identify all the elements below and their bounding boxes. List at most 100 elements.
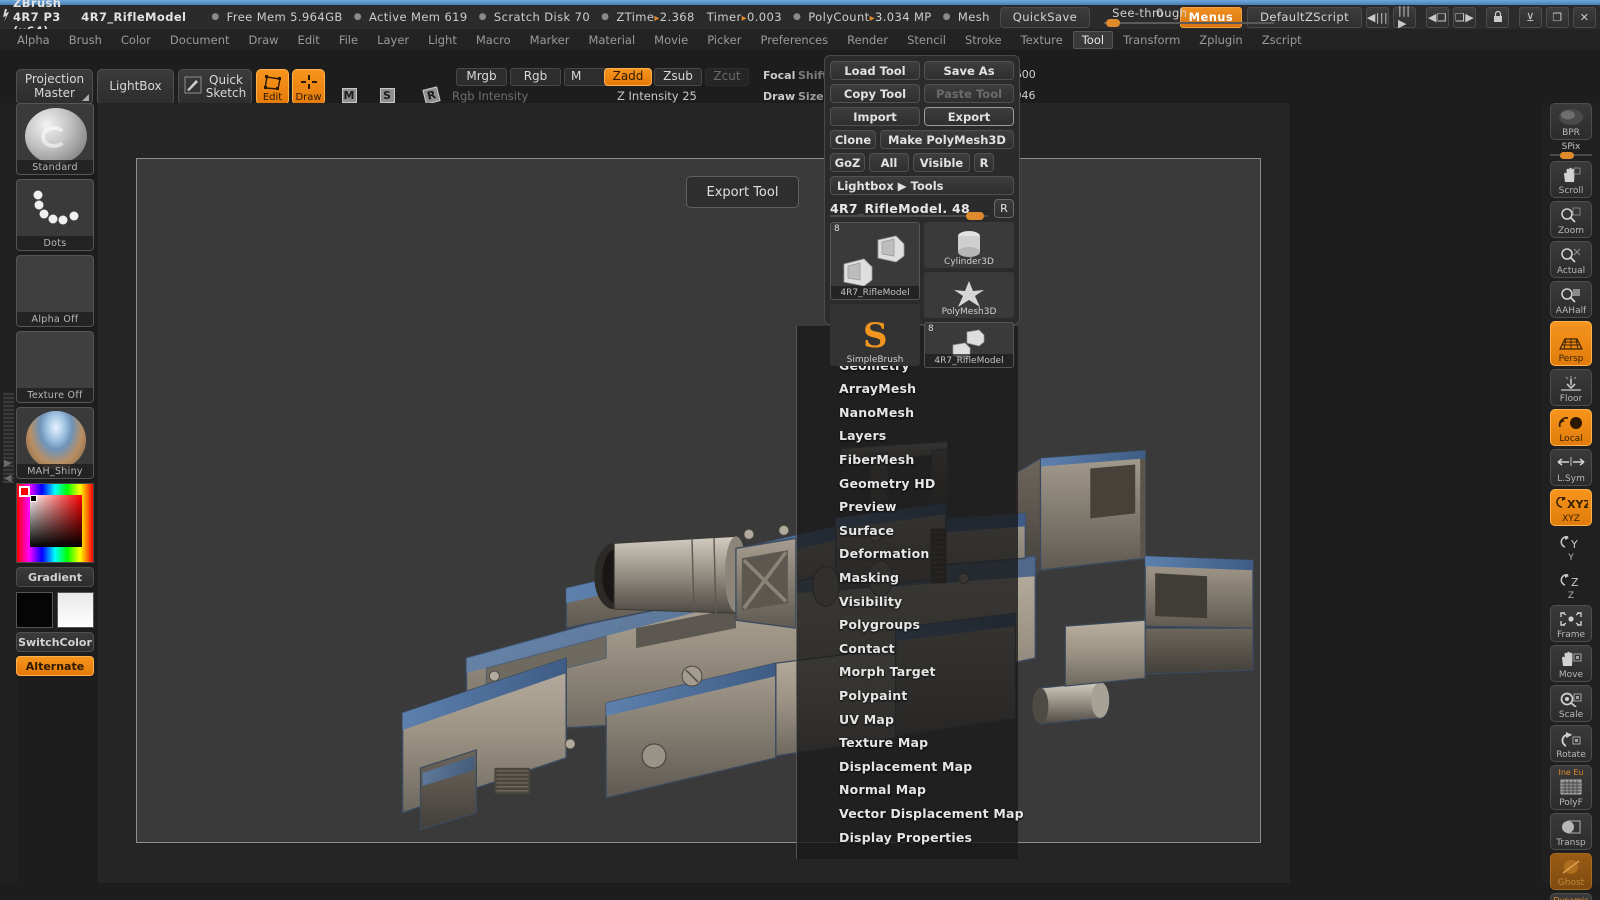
rotate-button[interactable]: Rotate bbox=[1550, 725, 1592, 762]
floor-button[interactable]: Floor bbox=[1550, 369, 1592, 406]
left-bar-expand-icon[interactable]: ▶ bbox=[4, 458, 12, 469]
scroll-button[interactable]: Scroll bbox=[1550, 161, 1592, 198]
tool-menu-item-visibility[interactable]: Visibility bbox=[839, 594, 902, 609]
menu-item-transform[interactable]: Transform bbox=[1114, 31, 1189, 49]
draw-button[interactable]: Draw bbox=[292, 69, 325, 105]
lightbox-button[interactable]: LightBox bbox=[97, 69, 174, 105]
goz-button[interactable]: GoZ bbox=[830, 153, 865, 172]
scroll-right-icon[interactable]: |||▶ bbox=[1393, 4, 1416, 30]
tool-thumb-rifle-small[interactable]: 8 4R7_RifleModel bbox=[924, 322, 1014, 368]
clone-button[interactable]: Clone bbox=[830, 130, 876, 149]
edit-button[interactable]: Edit bbox=[256, 69, 289, 105]
brush-swatch[interactable]: Standard bbox=[16, 103, 94, 175]
alternate-button[interactable]: Alternate bbox=[16, 656, 94, 676]
mrgb-button[interactable]: Mrgb bbox=[456, 68, 507, 86]
polyf-button[interactable]: Ine Eu PolyF bbox=[1550, 765, 1592, 810]
tool-thumb-cylinder3d[interactable]: Cylinder3D bbox=[924, 222, 1014, 268]
menu-item-edit[interactable]: Edit bbox=[289, 31, 329, 49]
color-picker[interactable] bbox=[16, 483, 94, 563]
spix-slider-knob[interactable] bbox=[1560, 152, 1574, 159]
menu-item-render[interactable]: Render bbox=[838, 31, 897, 49]
actual-button[interactable]: Actual bbox=[1550, 241, 1592, 278]
color-picker-field[interactable] bbox=[30, 495, 82, 547]
menu-item-macro[interactable]: Macro bbox=[467, 31, 520, 49]
menu-item-alpha[interactable]: Alpha bbox=[8, 31, 59, 49]
menu-item-color[interactable]: Color bbox=[112, 31, 160, 49]
rgb-button[interactable]: Rgb bbox=[510, 68, 561, 86]
scroll-left-icon[interactable]: ◀||| bbox=[1366, 6, 1389, 28]
menu-item-marker[interactable]: Marker bbox=[521, 31, 579, 49]
menu-item-layer[interactable]: Layer bbox=[368, 31, 418, 49]
xyz-button[interactable]: XYZ XYZ bbox=[1550, 489, 1592, 526]
menu-item-material[interactable]: Material bbox=[579, 31, 644, 49]
tool-menu-item-vector-displacement-map[interactable]: Vector Displacement Map bbox=[839, 806, 1024, 821]
menu-item-stroke[interactable]: Stroke bbox=[956, 31, 1011, 49]
lock-icon[interactable] bbox=[1486, 6, 1509, 28]
tool-menu-item-preview[interactable]: Preview bbox=[839, 499, 897, 514]
viewport-canvas[interactable] bbox=[136, 158, 1261, 843]
stroke-swatch[interactable]: Dots bbox=[16, 179, 94, 251]
tray-left-icon[interactable]: ◀❑ bbox=[1426, 6, 1449, 28]
tool-menu-item-polypaint[interactable]: Polypaint bbox=[839, 688, 908, 703]
close-icon[interactable]: ✕ bbox=[1573, 6, 1596, 28]
tool-menu-item-uv-map[interactable]: UV Map bbox=[839, 712, 894, 727]
zsub-button[interactable]: Zsub bbox=[654, 68, 702, 86]
move-button[interactable]: Move bbox=[1550, 645, 1592, 682]
left-bar-grip[interactable] bbox=[3, 393, 14, 483]
menu-item-brush[interactable]: Brush bbox=[60, 31, 111, 49]
menu-item-document[interactable]: Document bbox=[161, 31, 239, 49]
ghost-button[interactable]: Ghost bbox=[1550, 853, 1592, 890]
tool-menu-item-surface[interactable]: Surface bbox=[839, 523, 894, 538]
load-tool-button[interactable]: Load Tool bbox=[830, 61, 920, 80]
tool-menu-item-normal-map[interactable]: Normal Map bbox=[839, 782, 926, 797]
menus-button[interactable]: Menus bbox=[1179, 6, 1243, 28]
primary-color-swatch[interactable] bbox=[16, 592, 53, 628]
projection-master-button[interactable]: Projection Master bbox=[16, 69, 93, 105]
menu-item-draw[interactable]: Draw bbox=[240, 31, 288, 49]
gradient-button[interactable]: Gradient bbox=[16, 567, 94, 587]
menu-item-tool[interactable]: Tool bbox=[1072, 30, 1114, 49]
tool-thumb-polymesh3d[interactable]: PolyMesh3D bbox=[924, 272, 1014, 318]
color-picker-value-marker[interactable] bbox=[30, 495, 37, 502]
tool-menu-item-contact[interactable]: Contact bbox=[839, 641, 895, 656]
menu-item-zplugin[interactable]: Zplugin bbox=[1190, 31, 1251, 49]
frame-button[interactable]: Frame bbox=[1550, 605, 1592, 642]
menu-item-zscript[interactable]: Zscript bbox=[1253, 31, 1311, 49]
copy-tool-button[interactable]: Copy Tool bbox=[830, 84, 920, 103]
zscript-button[interactable]: DefaultZScript bbox=[1247, 6, 1362, 28]
minimize-icon[interactable]: ⊻ bbox=[1519, 6, 1542, 28]
tool-menu-item-morph-target[interactable]: Morph Target bbox=[839, 664, 936, 679]
tool-menu-item-texture-map[interactable]: Texture Map bbox=[839, 735, 928, 750]
import-button[interactable]: Import bbox=[830, 107, 920, 126]
color-picker-hue-marker[interactable] bbox=[19, 486, 30, 497]
see-through-slider[interactable]: See-through 0 bbox=[1104, 6, 1275, 28]
restore-icon[interactable]: ❐ bbox=[1546, 6, 1569, 28]
aahalf-button[interactable]: AAHalf bbox=[1550, 281, 1592, 318]
visible-button[interactable]: Visible bbox=[913, 153, 970, 172]
texture-swatch[interactable]: Texture Off bbox=[16, 331, 94, 403]
tool-menu-item-geometry-hd[interactable]: Geometry HD bbox=[839, 476, 936, 491]
rotate-z-button[interactable]: ZZ bbox=[1550, 567, 1592, 602]
local-button[interactable]: Local bbox=[1550, 409, 1592, 446]
rotate-y-button[interactable]: YY bbox=[1550, 529, 1592, 564]
switchcolor-button[interactable]: SwitchColor bbox=[16, 632, 94, 652]
alpha-swatch[interactable]: Alpha Off bbox=[16, 255, 94, 327]
menu-item-preferences[interactable]: Preferences bbox=[751, 31, 837, 49]
tool-thumb-rifle-large[interactable]: 8 4R7_RifleModel bbox=[830, 222, 920, 300]
tool-menu-item-arraymesh[interactable]: ArrayMesh bbox=[839, 381, 916, 396]
see-through-knob[interactable] bbox=[1106, 19, 1121, 27]
material-swatch[interactable]: MAH_Shiny bbox=[16, 407, 94, 479]
persp-button[interactable]: dynamic Persp bbox=[1550, 321, 1592, 366]
tray-right-icon[interactable]: ❑▶ bbox=[1453, 6, 1476, 28]
secondary-color-swatch[interactable] bbox=[57, 592, 94, 628]
lsym-button[interactable]: L.Sym bbox=[1550, 449, 1592, 486]
tool-menu-item-layers[interactable]: Layers bbox=[839, 428, 886, 443]
zoom-button[interactable]: Zoom bbox=[1550, 201, 1592, 238]
visible-r-button[interactable]: R bbox=[974, 153, 994, 172]
menu-item-light[interactable]: Light bbox=[419, 31, 466, 49]
tool-menu-item-deformation[interactable]: Deformation bbox=[839, 546, 929, 561]
tool-thumb-simplebrush[interactable]: S SimpleBrush bbox=[830, 304, 920, 366]
menu-item-movie[interactable]: Movie bbox=[645, 31, 697, 49]
tool-menu-item-polygroups[interactable]: Polygroups bbox=[839, 617, 920, 632]
tool-menu-item-displacement-map[interactable]: Displacement Map bbox=[839, 759, 972, 774]
